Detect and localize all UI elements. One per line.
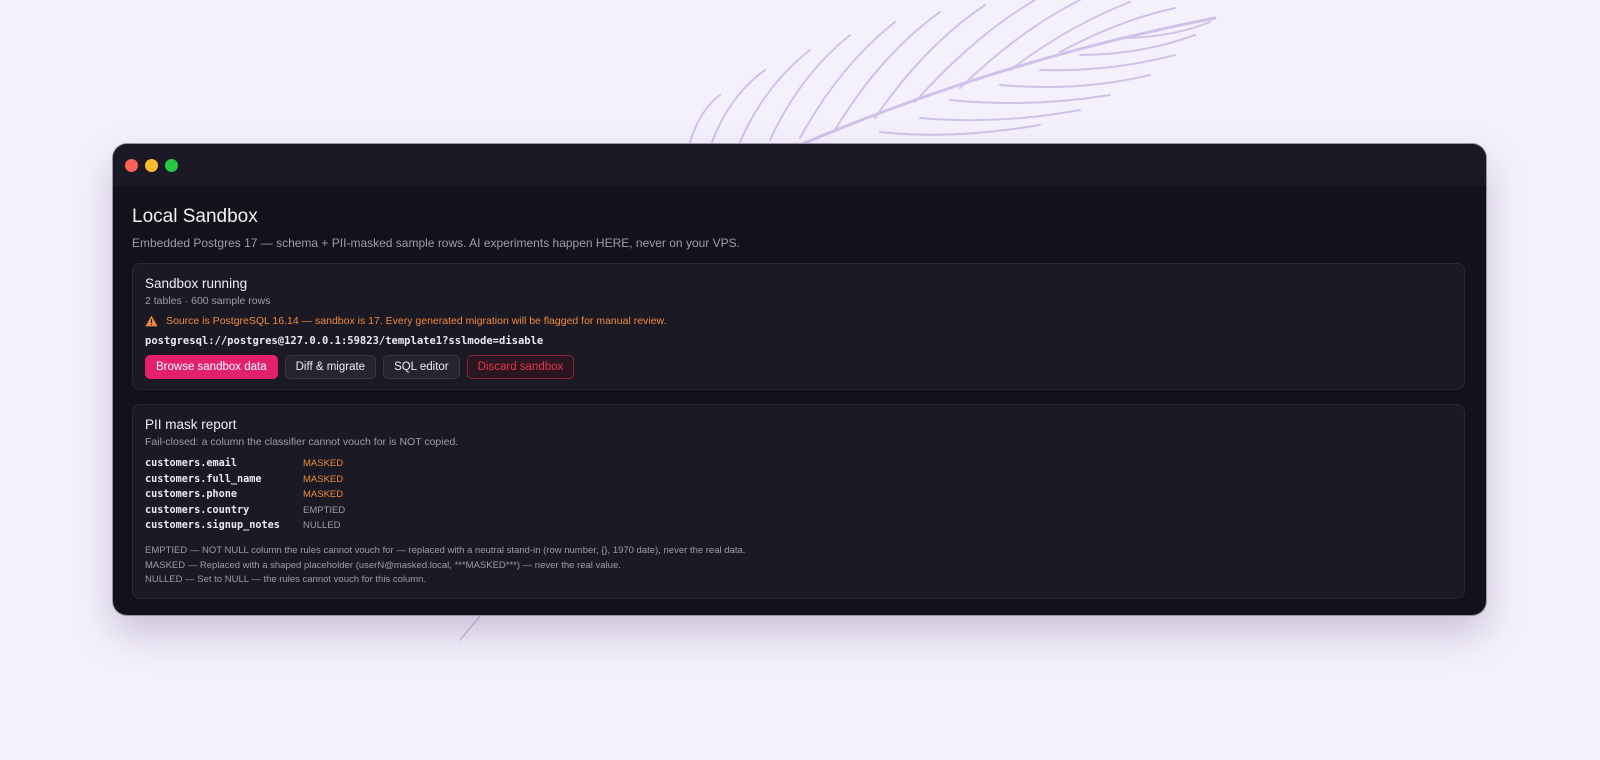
mask-status-badge: MASKED — [303, 473, 344, 485]
diff-migrate-button[interactable]: Diff & migrate — [284, 355, 377, 379]
table-row: customers.signup_notes NULLED — [145, 518, 345, 534]
legend-item: EMPTIED — NOT NULL column the rules cann… — [145, 545, 746, 556]
table-row: customers.email MASKED — [145, 456, 345, 472]
page-subtitle: Embedded Postgres 17 — schema + PII-mask… — [132, 236, 740, 250]
pii-mask-report-card: PII mask report Fail-closed: a column th… — [132, 404, 1465, 599]
mask-status-badge: MASKED — [303, 489, 344, 501]
maximize-icon[interactable] — [165, 159, 178, 172]
pii-column-list: customers.email MASKED customers.full_na… — [145, 456, 345, 534]
pii-report-subtitle: Fail-closed: a column the classifier can… — [145, 436, 459, 448]
mask-status-badge: EMPTIED — [303, 504, 346, 516]
warning-triangle-icon — [145, 315, 158, 327]
sandbox-summary: 2 tables · 600 sample rows — [145, 295, 271, 307]
legend-item: NULLED — Set to NULL — the rules cannot … — [145, 574, 427, 585]
minimize-icon[interactable] — [145, 159, 158, 172]
mask-status-badge: NULLED — [303, 520, 341, 532]
version-warning: Source is PostgreSQL 16.14 — sandbox is … — [145, 315, 666, 327]
column-name: customers.full_name — [145, 473, 262, 485]
column-name: customers.phone — [145, 489, 238, 501]
page-title: Local Sandbox — [132, 206, 258, 227]
column-name: customers.email — [145, 458, 238, 470]
pii-report-title: PII mask report — [145, 417, 237, 432]
window-titlebar — [113, 144, 1486, 186]
discard-sandbox-button[interactable]: Discard sandbox — [466, 355, 575, 379]
sandbox-status-title: Sandbox running — [145, 276, 248, 291]
sandbox-status-card: Sandbox running 2 tables · 600 sample ro… — [132, 263, 1465, 390]
column-name: customers.country — [145, 504, 250, 516]
browse-sandbox-button[interactable]: Browse sandbox data — [145, 355, 278, 379]
column-name: customers.signup_notes — [145, 520, 280, 532]
table-row: customers.full_name MASKED — [145, 472, 345, 488]
table-row: customers.phone MASKED — [145, 487, 345, 503]
sql-editor-button[interactable]: SQL editor — [383, 355, 460, 379]
mask-status-legend: EMPTIED — NOT NULL column the rules cann… — [145, 544, 745, 588]
mask-status-badge: MASKED — [303, 458, 344, 470]
table-row: customers.country EMPTIED — [145, 503, 345, 519]
connection-string: postgresql://postgres@127.0.0.1:59823/te… — [145, 335, 544, 347]
legend-item: MASKED — Replaced with a shaped placehol… — [145, 559, 621, 571]
version-warning-text: Source is PostgreSQL 16.14 — sandbox is … — [166, 315, 667, 327]
app-window: Local Sandbox Embedded Postgres 17 — sch… — [113, 144, 1486, 615]
sandbox-actions: Browse sandbox data Diff & migrate SQL e… — [145, 355, 575, 379]
close-icon[interactable] — [125, 159, 138, 172]
